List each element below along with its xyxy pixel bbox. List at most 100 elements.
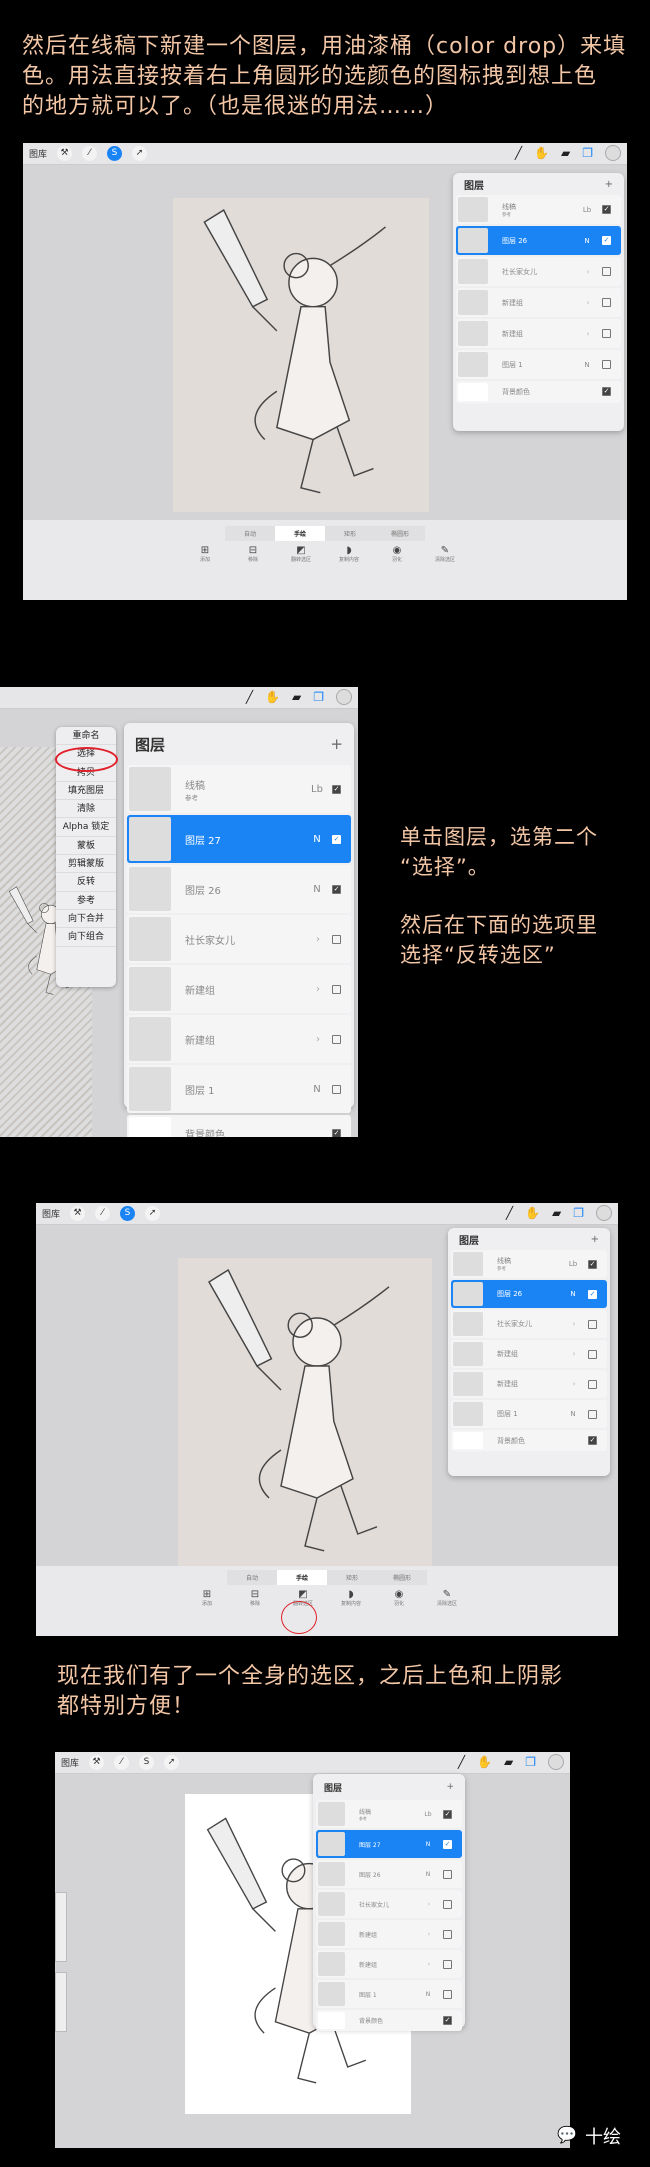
layer-row[interactable]: 背景颜色 ✓ [456, 381, 621, 403]
brush-size-slider[interactable] [55, 1892, 67, 1962]
color-picker-button[interactable] [548, 1754, 564, 1770]
chevron-right-icon[interactable]: › [564, 1380, 584, 1388]
layers-icon[interactable]: ❐ [313, 690, 324, 704]
brush-icon[interactable]: ╱ [458, 1755, 465, 1769]
blend-mode-button[interactable]: N [576, 361, 598, 369]
visibility-checkbox[interactable] [443, 1899, 452, 1909]
layer-row[interactable]: 社长家女儿 › [456, 257, 621, 286]
menu-item[interactable]: 清除 [56, 800, 116, 819]
visibility-checkbox[interactable]: ✓ [602, 387, 611, 397]
layer-row[interactable]: 新建组 › [127, 1015, 351, 1063]
blend-mode-button[interactable]: N [417, 1991, 439, 1998]
visibility-checkbox[interactable]: ✓ [588, 1289, 597, 1299]
smudge-icon[interactable]: ✋ [265, 690, 280, 704]
wrench-icon[interactable]: ⚒ [70, 1206, 86, 1221]
visibility-checkbox[interactable] [588, 1379, 597, 1389]
visibility-checkbox[interactable]: ✓ [602, 236, 611, 245]
smudge-icon[interactable]: ✋ [534, 146, 549, 160]
opacity-slider[interactable] [55, 1972, 67, 2032]
layer-row[interactable]: 新建组 › [316, 1950, 462, 1978]
menu-item[interactable]: 反转 [56, 873, 116, 892]
visibility-checkbox[interactable]: ✓ [443, 2016, 452, 2025]
selection-mode-tab[interactable]: 手绘 [277, 1570, 327, 1585]
layer-row[interactable]: 社长家女儿 › [127, 915, 351, 963]
visibility-checkbox[interactable]: ✓ [443, 1839, 452, 1849]
wrench-icon[interactable]: ⚒ [57, 146, 73, 161]
eraser-icon[interactable]: ▰ [504, 1755, 513, 1769]
color-picker-button[interactable] [596, 1205, 612, 1221]
visibility-checkbox[interactable] [602, 329, 611, 338]
layer-row[interactable]: 社长家女儿 › [451, 1310, 607, 1338]
layer-row[interactable]: 图层 1 N [127, 1065, 351, 1113]
visibility-checkbox[interactable] [588, 1409, 597, 1419]
blend-mode-button[interactable]: N [417, 1871, 439, 1878]
layer-row[interactable]: 新建组 › [451, 1370, 607, 1398]
visibility-checkbox[interactable] [332, 984, 341, 994]
visibility-checkbox[interactable]: ✓ [332, 884, 341, 894]
layer-row[interactable]: 线稿 参考 Lb ✓ [456, 195, 621, 224]
layer-row[interactable]: 背景颜色 ✓ [316, 2010, 462, 2031]
layer-row[interactable]: 线稿 参考 Lb ✓ [316, 1800, 462, 1828]
visibility-checkbox[interactable] [332, 1034, 341, 1044]
chevron-right-icon[interactable]: › [419, 1961, 439, 1968]
layer-row[interactable]: 图层 26 N [316, 1860, 462, 1888]
selection-tool-feather[interactable]: ◉ 羽化 [385, 1589, 413, 1607]
blend-mode-button[interactable]: N [306, 1084, 328, 1095]
layer-row[interactable]: 图层 1 N [451, 1400, 607, 1428]
layer-row[interactable]: 线稿 参考 Lb ✓ [451, 1250, 607, 1278]
visibility-checkbox[interactable] [602, 298, 611, 307]
chevron-right-icon[interactable]: › [308, 934, 328, 945]
selection-tool-plus-square[interactable]: ⊞ 添加 [193, 1589, 221, 1607]
chevron-right-icon[interactable]: › [564, 1320, 584, 1328]
layer-row[interactable]: 背景颜色 ✓ [451, 1430, 607, 1451]
blend-mode-button[interactable]: N [306, 834, 328, 845]
chevron-right-icon[interactable]: › [578, 299, 598, 307]
visibility-checkbox[interactable]: ✓ [443, 1809, 452, 1819]
drawing-canvas[interactable] [173, 198, 429, 512]
transform-arrow-icon[interactable]: ➚ [164, 1755, 180, 1770]
drawing-canvas[interactable] [178, 1258, 432, 1570]
layer-row[interactable]: 新建组 › [456, 288, 621, 317]
blend-mode-button[interactable]: Lb [417, 1811, 439, 1818]
blend-mode-button[interactable]: N [576, 237, 598, 245]
selection-mode-tab[interactable]: 椭圆形 [375, 526, 425, 541]
layer-row[interactable]: 新建组 › [316, 1920, 462, 1948]
color-picker-button[interactable] [336, 689, 352, 705]
layer-row[interactable]: 线稿 参考 Lb ✓ [127, 765, 351, 813]
chevron-right-icon[interactable]: › [578, 268, 598, 276]
brush-icon[interactable]: ╱ [506, 1206, 513, 1220]
layer-row[interactable]: 图层 27 N ✓ [127, 815, 351, 863]
wrench-icon[interactable]: ⚒ [89, 1755, 105, 1770]
layer-row[interactable]: 图层 1 N [456, 350, 621, 379]
layer-row[interactable]: 图层 26 N ✓ [451, 1280, 607, 1308]
layer-row[interactable]: 背景颜色 ✓ [127, 1115, 351, 1137]
chevron-right-icon[interactable]: › [419, 1901, 439, 1908]
selection-mode-tab[interactable]: 自动 [225, 526, 275, 541]
gallery-button[interactable]: 图库 [29, 147, 47, 160]
visibility-checkbox[interactable] [443, 1869, 452, 1879]
layer-row[interactable]: 新建组 › [451, 1340, 607, 1368]
selection-tool-invert-selection[interactable]: ◩ 翻转选区 [287, 545, 315, 563]
magic-wand-icon[interactable]: ⁄ [114, 1755, 130, 1770]
selection-icon[interactable]: S [139, 1755, 155, 1770]
layers-icon[interactable]: ❐ [573, 1206, 584, 1220]
blend-mode-button[interactable]: N [562, 1410, 584, 1418]
add-layer-button[interactable]: + [446, 1782, 454, 1792]
selection-mode-tab[interactable]: 矩形 [327, 1570, 377, 1585]
brush-icon[interactable]: ╱ [515, 146, 522, 160]
magic-wand-icon[interactable]: ⁄ [95, 1206, 111, 1221]
visibility-checkbox[interactable]: ✓ [588, 1259, 597, 1269]
blend-mode-button[interactable]: N [417, 1841, 439, 1848]
chevron-right-icon[interactable]: › [578, 330, 598, 338]
menu-item[interactable]: 蒙板 [56, 837, 116, 856]
visibility-checkbox[interactable]: ✓ [332, 784, 341, 794]
layers-icon[interactable]: ❐ [582, 146, 593, 160]
menu-item[interactable]: 填充图层 [56, 782, 116, 801]
visibility-checkbox[interactable] [602, 360, 611, 369]
selection-mode-tab[interactable]: 自动 [227, 1570, 277, 1585]
add-layer-button[interactable]: + [330, 735, 343, 753]
selection-mode-tab[interactable]: 椭圆形 [377, 1570, 427, 1585]
smudge-icon[interactable]: ✋ [477, 1755, 492, 1769]
visibility-checkbox[interactable]: ✓ [588, 1436, 597, 1445]
chevron-right-icon[interactable]: › [564, 1350, 584, 1358]
